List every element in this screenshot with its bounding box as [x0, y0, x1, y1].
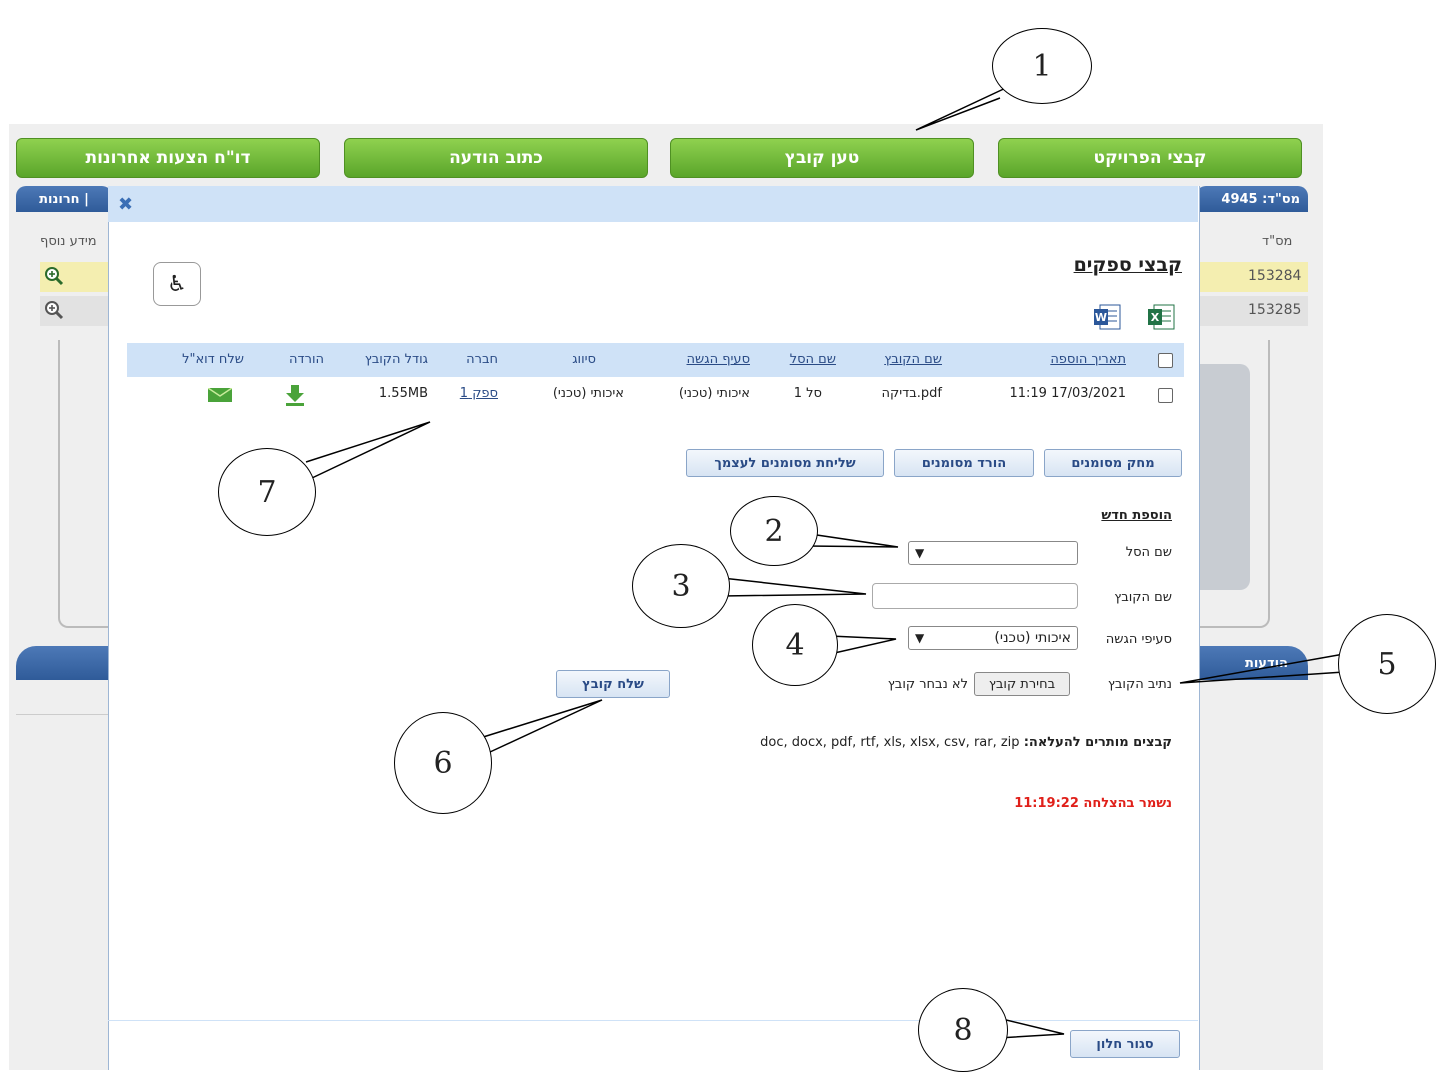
callout-1: 1 [992, 28, 1092, 104]
callout-2: 2 [730, 496, 818, 566]
callout-7: 7 [218, 448, 316, 536]
callout-4: 4 [752, 604, 838, 686]
callout-8: 8 [918, 988, 1008, 1072]
callout-5: 5 [1338, 614, 1436, 714]
callout-3: 3 [632, 544, 730, 628]
callout-pointers [305, 85, 1345, 1039]
callout-6: 6 [394, 712, 492, 814]
